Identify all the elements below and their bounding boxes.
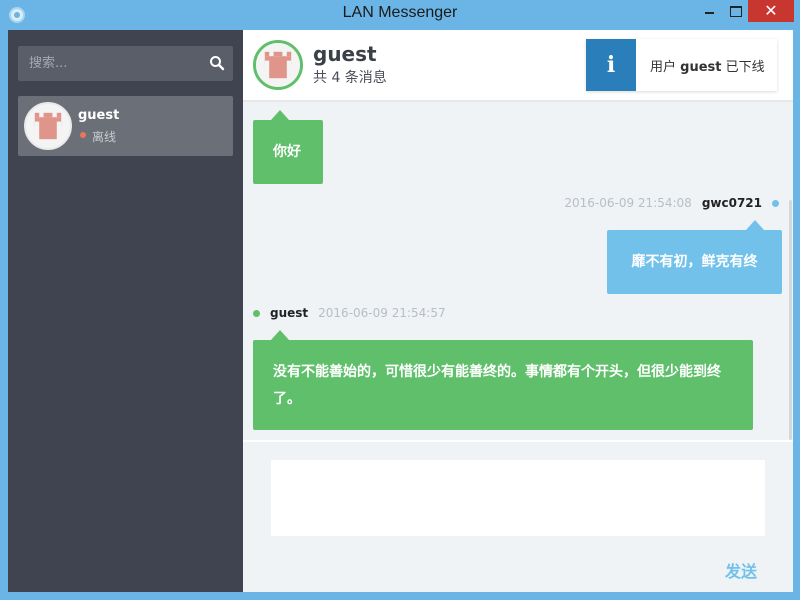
message-bubble: 没有不能善始的，可惜很少有能善终的。事情都有个开头，但很少能到终了。 (253, 330, 753, 430)
message-time: 2016-06-09 21:54:08 (564, 196, 692, 210)
contact-name: guest (78, 108, 120, 123)
message-sender: gwc0721 (701, 196, 762, 210)
title-bar: LAN Messenger ✕ (0, 0, 800, 30)
status-dot (80, 132, 86, 138)
minimize-button[interactable] (696, 0, 722, 22)
search-box (18, 46, 233, 81)
message-list[interactable]: 你好 2016-06-09 21:54:08 gwc0721 靡不有初，鲜克有终 … (243, 104, 793, 440)
sender-dot (253, 310, 260, 317)
search-icon[interactable] (209, 55, 225, 71)
chat-header: guest 共 4 条消息 i 用户 guest 已下线 (243, 30, 793, 102)
message-sender: guest (270, 306, 309, 320)
message-input[interactable] (271, 460, 765, 536)
message-meta: 2016-06-09 21:54:08 gwc0721 (564, 196, 779, 210)
message-time: 2016-06-09 21:54:57 (318, 306, 446, 320)
composer: 发送 (243, 440, 793, 592)
maximize-button[interactable] (722, 0, 748, 22)
chat-contact-name: guest (313, 42, 377, 66)
send-button[interactable]: 发送 (711, 558, 771, 582)
scrollbar[interactable] (789, 200, 792, 440)
message-count: 共 4 条消息 (313, 70, 387, 86)
search-input[interactable] (18, 46, 198, 81)
notice-text: 用户 guest 已下线 (650, 60, 765, 75)
contact-status: 离线 (92, 130, 117, 144)
sender-dot (772, 200, 779, 207)
offline-notice: i 用户 guest 已下线 (586, 39, 777, 91)
contact-item[interactable]: guest 离线 (18, 96, 233, 156)
message-meta: guest 2016-06-09 21:54:57 (253, 306, 446, 320)
window-title: LAN Messenger (342, 4, 458, 21)
close-icon: ✕ (764, 1, 778, 20)
pixel-avatar (26, 104, 70, 148)
message-bubble: 靡不有初，鲜克有终 (607, 220, 782, 294)
pixel-avatar (256, 43, 300, 87)
header-avatar (253, 40, 303, 90)
chat-panel: guest 共 4 条消息 i 用户 guest 已下线 你好 2016-06-… (243, 30, 793, 592)
sidebar: guest 离线 (8, 30, 243, 592)
info-icon: i (586, 39, 636, 91)
message-bubble: 你好 (253, 110, 323, 184)
contact-avatar (24, 102, 72, 150)
close-button[interactable]: ✕ (748, 0, 794, 22)
